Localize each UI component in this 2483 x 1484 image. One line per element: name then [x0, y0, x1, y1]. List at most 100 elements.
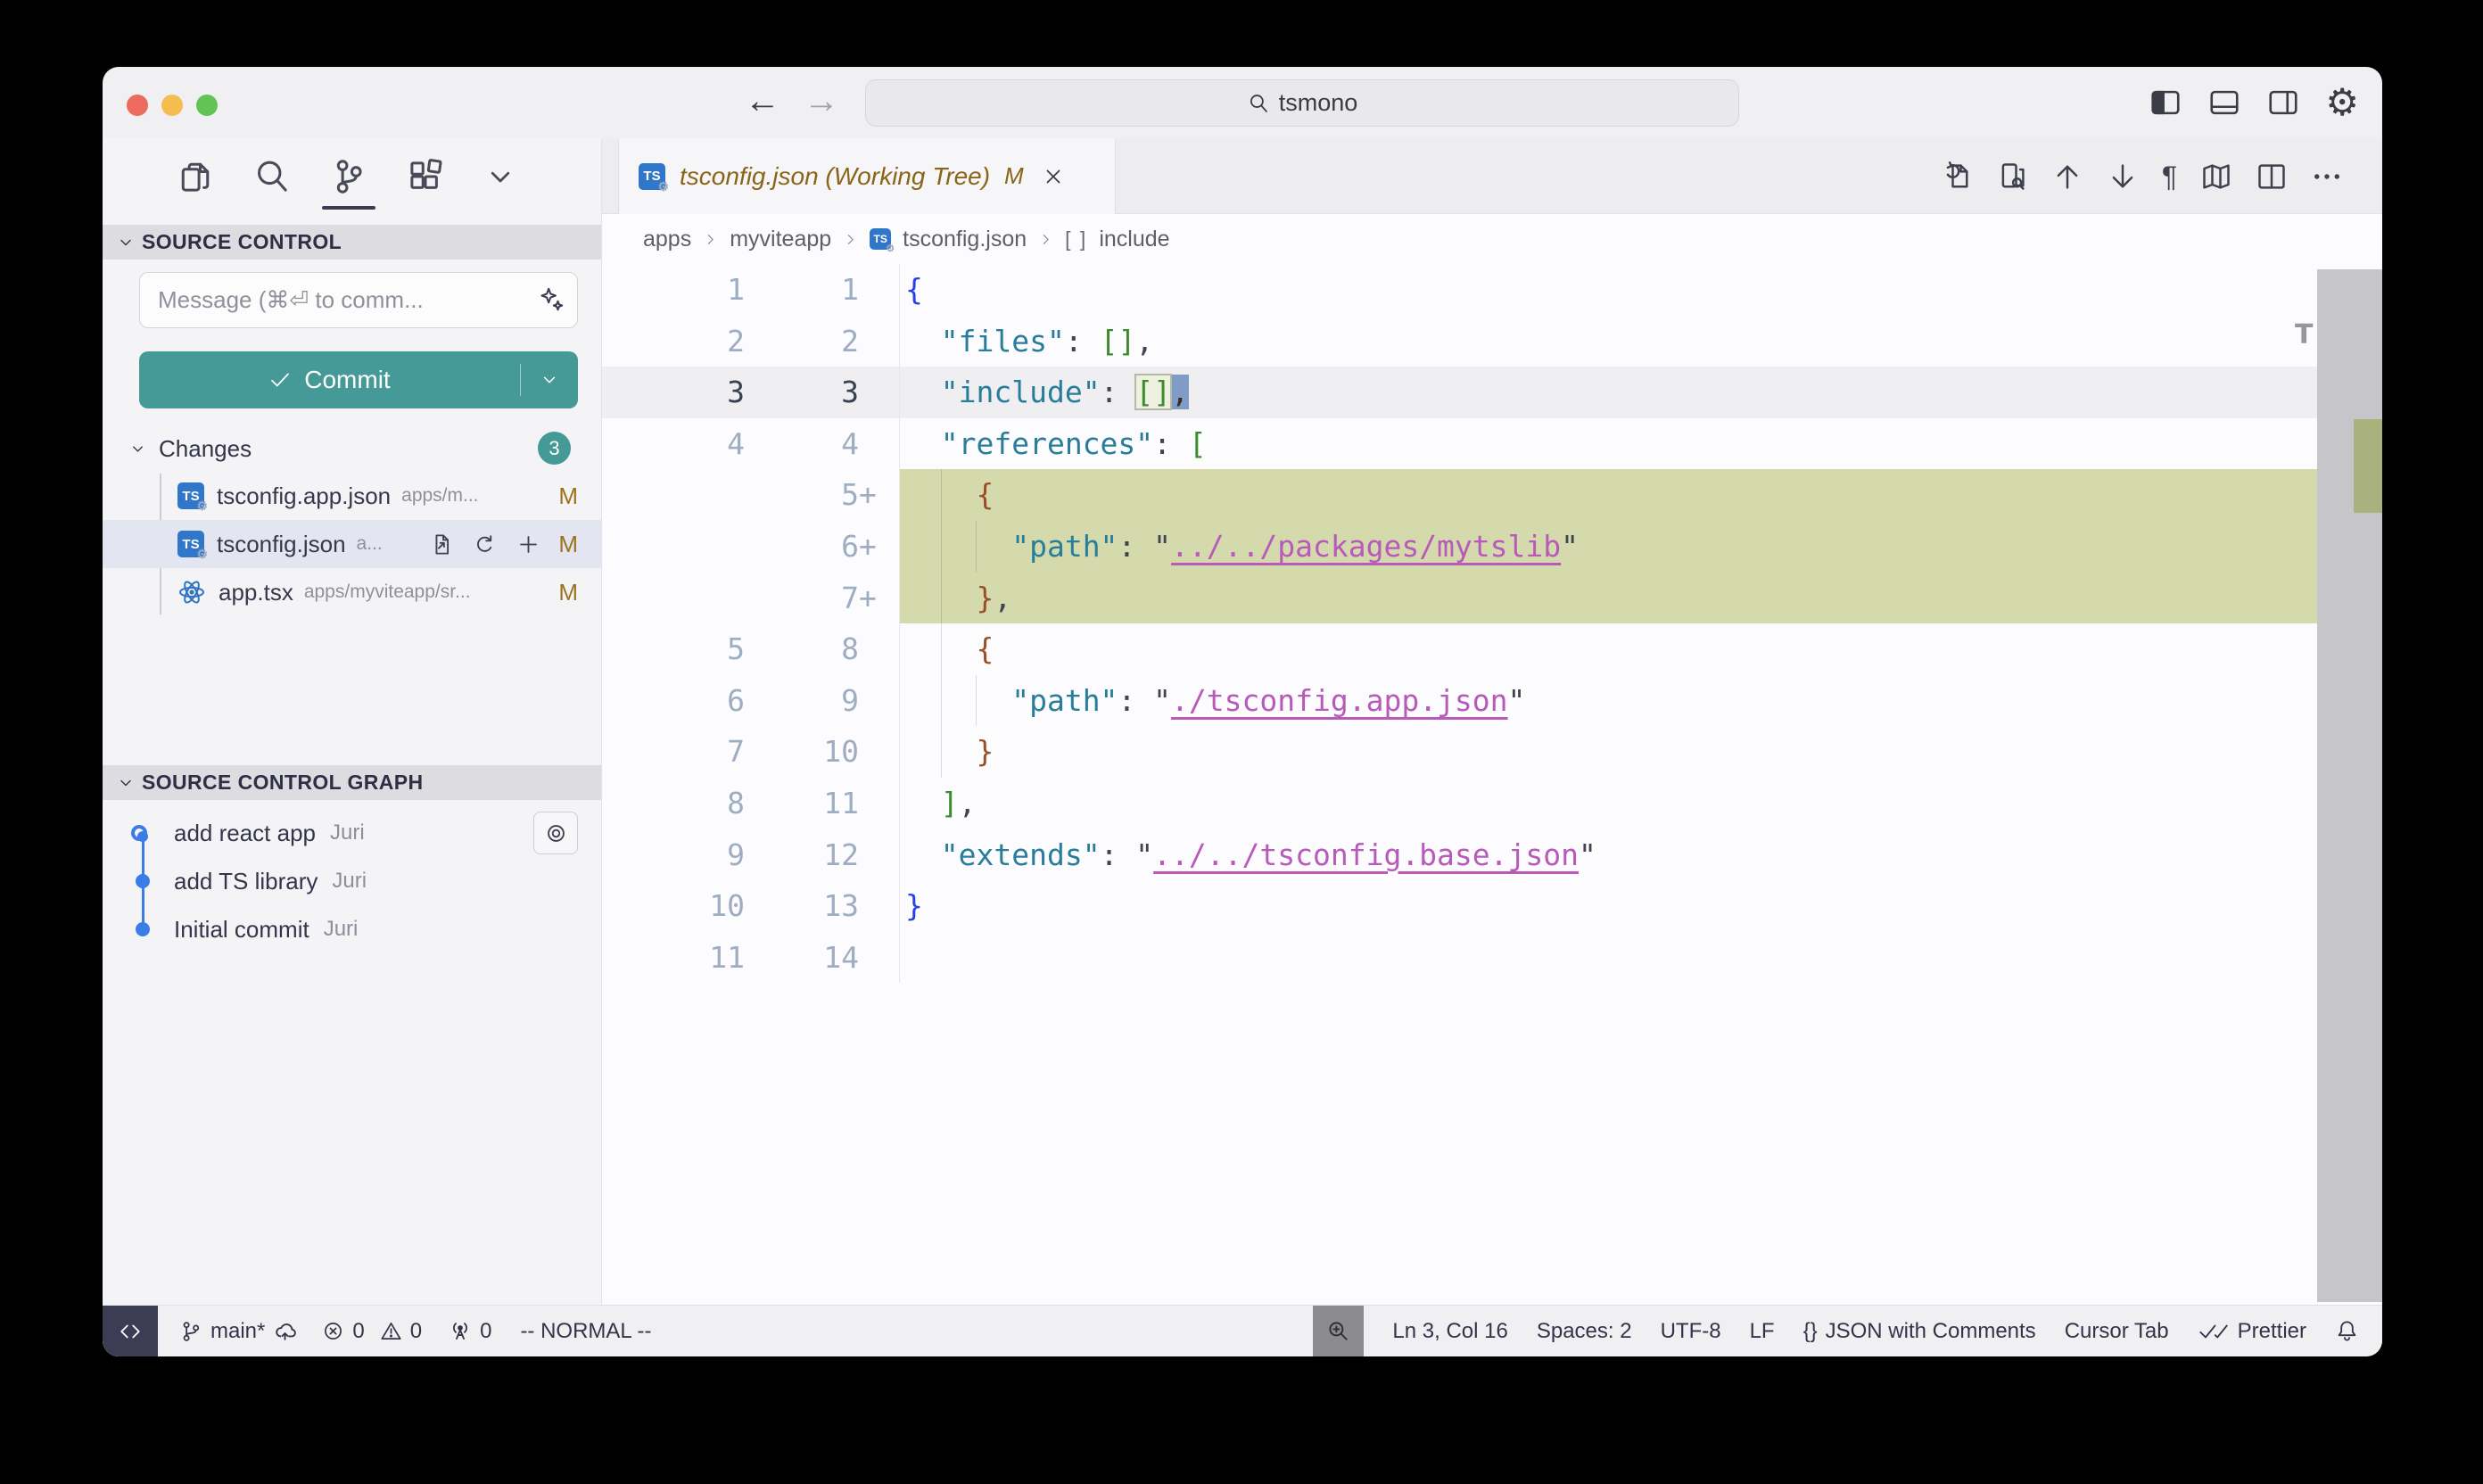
settings-gear-icon[interactable]: ⚙: [2325, 85, 2359, 120]
minimize-window-button[interactable]: [161, 95, 183, 116]
code-content[interactable]: "path": "./tsconfig.app.json": [899, 675, 2317, 727]
code-content[interactable]: {: [899, 264, 2317, 316]
code-line[interactable]: 69 "path": "./tsconfig.app.json": [602, 675, 2317, 727]
new-line-number[interactable]: 14: [745, 932, 859, 984]
language-mode[interactable]: {}JSON with Comments: [1803, 1319, 2036, 1344]
map-icon[interactable]: [2200, 161, 2232, 193]
more-views-chevron-icon[interactable]: [483, 159, 518, 194]
old-line-number[interactable]: 8: [602, 778, 745, 829]
toggle-panel-icon[interactable]: [2207, 86, 2241, 120]
toggle-secondary-sidebar-icon[interactable]: [2266, 86, 2300, 120]
code-content[interactable]: "include": [],: [899, 367, 2317, 418]
breadcrumb-item[interactable]: tsconfig.json: [903, 227, 1027, 252]
new-line-number[interactable]: 12: [745, 829, 859, 881]
old-line-number[interactable]: 2: [602, 316, 745, 367]
commit-button[interactable]: Commit: [139, 351, 578, 408]
code-content[interactable]: "references": [: [899, 418, 2317, 470]
code-line[interactable]: 22 "files": [],: [602, 316, 2317, 367]
toggle-primary-sidebar-icon[interactable]: [2149, 86, 2182, 120]
goto-current-history-item-button[interactable]: [533, 812, 578, 854]
notifications-bell-icon[interactable]: [2335, 1319, 2359, 1343]
cursor-position[interactable]: Ln 3, Col 16: [1392, 1319, 1507, 1344]
command-center-search[interactable]: tsmono: [865, 79, 1739, 127]
discard-changes-icon[interactable]: [473, 532, 497, 556]
old-line-number[interactable]: [602, 573, 745, 624]
explorer-icon[interactable]: [176, 157, 215, 196]
sparkle-icon[interactable]: [538, 286, 565, 313]
code-content[interactable]: }: [899, 880, 2317, 932]
scrollbar[interactable]: [2317, 264, 2382, 1305]
code-line[interactable]: 58 {: [602, 623, 2317, 675]
next-change-icon[interactable]: [2107, 161, 2139, 193]
remote-indicator[interactable]: [103, 1306, 158, 1357]
old-line-number[interactable]: 1: [602, 264, 745, 316]
code-content[interactable]: "files": [],: [899, 316, 2317, 367]
problems-indicator[interactable]: 0 0: [322, 1319, 422, 1344]
source-control-section-header[interactable]: SOURCE CONTROL: [103, 225, 601, 260]
code-content[interactable]: {: [899, 469, 2317, 521]
old-line-number[interactable]: 7: [602, 726, 745, 778]
old-line-number[interactable]: 9: [602, 829, 745, 881]
new-line-number[interactable]: 7+: [745, 573, 859, 624]
cursor-tab-indicator[interactable]: Cursor Tab: [2065, 1319, 2169, 1344]
code-content[interactable]: },: [899, 573, 2317, 624]
new-line-number[interactable]: 10: [745, 726, 859, 778]
whitespace-toggle-icon[interactable]: ¶: [2162, 162, 2177, 191]
commit-message-input[interactable]: [140, 273, 577, 327]
inline-view-toggle-icon[interactable]: [1996, 161, 2028, 193]
code-line[interactable]: 5+ {: [602, 469, 2317, 521]
old-line-number[interactable]: 4: [602, 418, 745, 470]
old-line-number[interactable]: 11: [602, 932, 745, 984]
commit-dropdown-button[interactable]: [521, 370, 578, 390]
commit-row[interactable]: add react app Juri: [103, 809, 601, 857]
eol[interactable]: LF: [1750, 1319, 1775, 1344]
search-view-icon[interactable]: [252, 157, 292, 196]
extensions-icon[interactable]: [406, 157, 445, 196]
new-line-number[interactable]: 3: [745, 367, 859, 418]
formatter-indicator[interactable]: Prettier: [2198, 1319, 2306, 1344]
breadcrumb-item[interactable]: myviteapp: [730, 227, 831, 252]
old-line-number[interactable]: 6: [602, 675, 745, 727]
code-content[interactable]: "path": "../../packages/mytslib": [899, 521, 2317, 573]
indentation[interactable]: Spaces: 2: [1537, 1319, 1632, 1344]
tab-tsconfig-working-tree[interactable]: TS⚙ tsconfig.json (Working Tree) M: [618, 138, 1116, 214]
vim-mode-indicator[interactable]: -- NORMAL --: [520, 1319, 651, 1344]
open-changes-icon[interactable]: [1941, 161, 1973, 193]
old-line-number[interactable]: 5: [602, 623, 745, 675]
close-tab-icon[interactable]: [1042, 165, 1065, 188]
commit-row[interactable]: Initial commit Juri: [103, 905, 601, 953]
maximize-window-button[interactable]: [196, 95, 218, 116]
more-actions-icon[interactable]: [2311, 161, 2343, 193]
code-line[interactable]: 44 "references": [: [602, 418, 2317, 470]
new-line-number[interactable]: 6+: [745, 521, 859, 573]
code-line[interactable]: 6+ "path": "../../packages/mytslib": [602, 521, 2317, 573]
changed-file-row[interactable]: app.tsx apps/myviteapp/sr... M: [103, 568, 601, 616]
code-line[interactable]: 1114: [602, 932, 2317, 984]
new-line-number[interactable]: 4: [745, 418, 859, 470]
new-line-number[interactable]: 1: [745, 264, 859, 316]
old-line-number[interactable]: [602, 469, 745, 521]
open-file-icon[interactable]: [429, 532, 453, 556]
old-line-number[interactable]: 10: [602, 880, 745, 932]
source-control-icon[interactable]: [329, 157, 368, 196]
code-line[interactable]: 11 {: [602, 264, 2317, 316]
breadcrumb-item[interactable]: apps: [643, 227, 691, 252]
code-line[interactable]: 1013}: [602, 880, 2317, 932]
previous-change-icon[interactable]: [2051, 161, 2083, 193]
navigate-forward-icon[interactable]: →: [804, 81, 839, 121]
code-content[interactable]: }: [899, 726, 2317, 778]
source-control-graph-header[interactable]: SOURCE CONTROL GRAPH: [103, 765, 601, 800]
commit-row[interactable]: add TS library Juri: [103, 857, 601, 905]
code-content[interactable]: ],: [899, 778, 2317, 829]
close-window-button[interactable]: [127, 95, 148, 116]
ports-indicator[interactable]: 0: [449, 1319, 491, 1344]
code-line[interactable]: 7+ },: [602, 573, 2317, 624]
code-content[interactable]: "extends": "../../tsconfig.base.json": [899, 829, 2317, 881]
new-line-number[interactable]: 13: [745, 880, 859, 932]
changed-file-row-selected[interactable]: TS⚙ tsconfig.json a... M: [103, 520, 601, 568]
code-line[interactable]: 912 "extends": "../../tsconfig.base.json…: [602, 829, 2317, 881]
new-line-number[interactable]: 11: [745, 778, 859, 829]
changed-file-row[interactable]: TS⚙ tsconfig.app.json apps/m... M: [103, 472, 601, 520]
branch-indicator[interactable]: main*: [179, 1319, 297, 1344]
code-line[interactable]: 33 "include": [],: [602, 367, 2317, 418]
